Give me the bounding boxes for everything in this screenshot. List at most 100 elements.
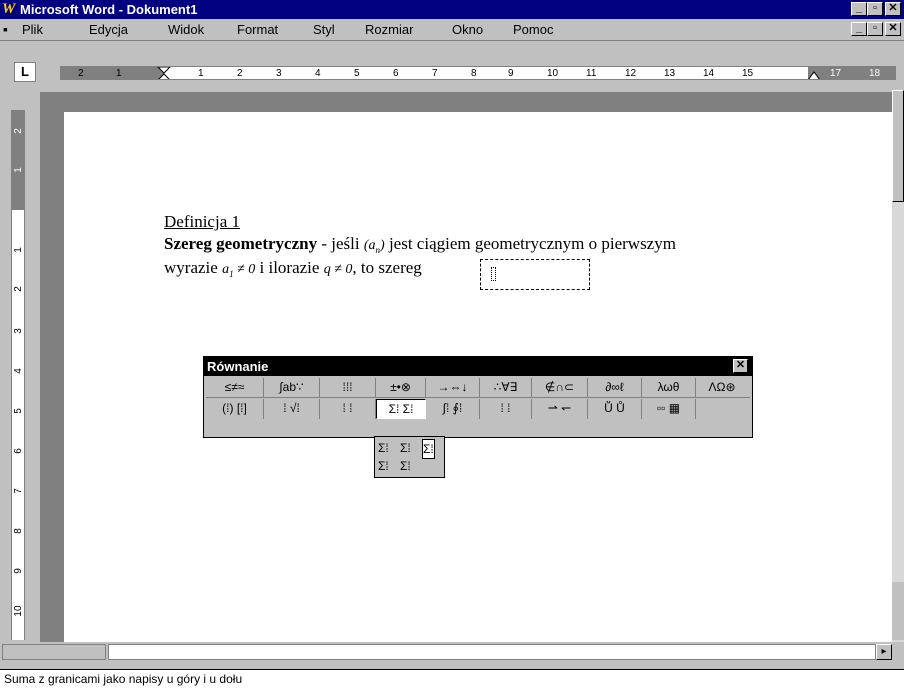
equation-object-frame[interactable] xyxy=(480,259,590,290)
first-line-indent-marker[interactable] xyxy=(157,67,171,80)
ruler-label: 15 xyxy=(742,68,754,79)
term-bold: Szereg geometryczny xyxy=(164,234,318,253)
symbol-row: ≤≠≈ ∫ab∵ ⁞⁞⁞ ±•⊗ →⇔↓ ∴∀∃ ∉∩⊂ ∂∞ℓ λωθ ΛΩ⊛ xyxy=(206,378,750,398)
ruler-label: 13 xyxy=(664,68,676,79)
restore-icon: ▫ xyxy=(873,22,877,34)
sum-template[interactable]: Σ⁞ xyxy=(378,457,389,475)
minimize-button[interactable]: _ xyxy=(851,2,867,16)
paragraph-line-2[interactable]: wyrazie a1 ≠ 0 i ilorazie q ≠ 0, to szer… xyxy=(164,258,422,279)
ruler-label: 2 xyxy=(13,286,24,292)
toolbar-area xyxy=(0,42,904,60)
products-button[interactable]: Ṻ Ů xyxy=(588,399,642,419)
vertical-ruler[interactable]: 2 1 1 2 3 4 5 6 7 8 9 10 xyxy=(11,110,25,640)
close-icon: ✕ xyxy=(888,22,898,34)
ruler-label: 2 xyxy=(237,68,243,79)
template-row: (⁞) [⁞] ⁞ √⁞ ⁞ ⁞ Σ⁞ Σ⁞ ∫⁞ ∮⁞ ⁞ ⁞ ⇀ ↽ Ṻ Ů… xyxy=(206,399,750,421)
ruler-label: 3 xyxy=(13,328,24,334)
subscripts-button[interactable]: ⁞ ⁞ xyxy=(320,399,376,419)
ruler-label: 9 xyxy=(13,568,24,574)
sum-template[interactable]: Σ⁞ xyxy=(400,439,411,457)
minimize-icon: _ xyxy=(855,22,863,34)
sum-template-selected[interactable]: Σ⁞ xyxy=(422,439,435,459)
greek-upper-button[interactable]: ΛΩ⊛ xyxy=(696,378,748,398)
labeled-arrows-button[interactable]: ⇀ ↽ xyxy=(532,399,588,419)
menu-plik[interactable]: Plik xyxy=(22,22,43,38)
menu-rozmiar[interactable]: Rozmiar xyxy=(365,22,413,38)
equation-toolbar-close-button[interactable]: ✕ xyxy=(733,359,748,373)
ruler-label: 2 xyxy=(13,128,24,134)
ruler-label: 7 xyxy=(13,488,24,494)
ruler-label: 2 xyxy=(78,68,84,79)
text-run: , to szereg xyxy=(352,258,422,277)
restore-icon: ▫ xyxy=(873,2,877,14)
maximize-button[interactable]: ▫ xyxy=(867,2,883,16)
window-title: Microsoft Word - Dokument1 xyxy=(20,2,198,17)
summation-templates-dropdown: Σ⁞ Σ⁞ Σ⁞ Σ⁞ Σ⁞ xyxy=(374,436,445,478)
summation-button[interactable]: Σ⁞ Σ⁞ xyxy=(376,399,426,419)
menu-format[interactable]: Format xyxy=(237,22,278,38)
ruler-label: 6 xyxy=(393,68,399,79)
first-term-symbol: a1 ≠ 0 xyxy=(222,262,256,279)
horizontal-scrollbar[interactable] xyxy=(108,644,876,660)
operators-button[interactable]: ±•⊗ xyxy=(376,378,426,398)
bars-button[interactable]: ⁞ ⁞ xyxy=(480,399,532,419)
doc-minimize-button[interactable]: _ xyxy=(851,22,867,36)
menu-okno[interactable]: Okno xyxy=(452,22,483,38)
ruler-label: 1 xyxy=(13,247,24,253)
fractions-radicals-button[interactable]: ⁞ √⁞ xyxy=(264,399,320,419)
ruler-label: 9 xyxy=(508,68,514,79)
arrows-button[interactable]: →⇔↓ xyxy=(426,378,480,398)
menu-edycja[interactable]: Edycja xyxy=(89,22,128,38)
scroll-thumb[interactable] xyxy=(892,90,904,202)
document-control-icon[interactable]: ▪ xyxy=(3,21,8,37)
relations-button[interactable]: ≤≠≈ xyxy=(206,378,264,398)
ruler-right-margin xyxy=(808,67,896,79)
definition-heading: Definicja 1 xyxy=(164,212,240,231)
embellishments-button[interactable]: ⁞⁞⁞ xyxy=(320,378,376,398)
ruler-label: 17 xyxy=(830,68,842,79)
word-app-icon[interactable]: W xyxy=(2,1,18,17)
ruler-label: 1 xyxy=(116,68,122,79)
fences-button[interactable]: (⁞) [⁞] xyxy=(206,399,264,419)
close-button[interactable]: ✕ xyxy=(885,2,901,16)
logic-button[interactable]: ∴∀∃ xyxy=(480,378,532,398)
ruler-label: 4 xyxy=(315,68,321,79)
ruler-label: 1 xyxy=(198,68,204,79)
doc-close-button[interactable]: ✕ xyxy=(885,22,901,36)
view-buttons[interactable] xyxy=(2,644,106,660)
equation-slot[interactable] xyxy=(485,264,585,285)
integrals-button[interactable]: ∫⁞ ∮⁞ xyxy=(426,399,480,419)
greek-lower-button[interactable]: λωθ xyxy=(642,378,696,398)
menu-widok[interactable]: Widok xyxy=(168,22,204,38)
ruler-label: 18 xyxy=(869,68,881,79)
scroll-right-button[interactable]: ▸ xyxy=(876,644,892,660)
ruler-label: 11 xyxy=(586,68,597,79)
ruler-label: 5 xyxy=(354,68,360,79)
right-indent-marker[interactable] xyxy=(807,71,821,80)
doc-restore-button[interactable]: ▫ xyxy=(867,22,883,36)
set-theory-button[interactable]: ∉∩⊂ xyxy=(532,378,588,398)
page-nav-buttons[interactable] xyxy=(892,582,904,640)
ruler-label: 8 xyxy=(471,68,477,79)
text-run: - jeśli xyxy=(317,234,364,253)
ruler-label: 1 xyxy=(13,167,24,173)
tab-selector-button[interactable]: L xyxy=(14,62,36,82)
matrices-button[interactable]: ▫▫ ▦ xyxy=(642,399,696,419)
paragraph-line-1[interactable]: Szereg geometryczny - jeśli (an) jest ci… xyxy=(164,234,676,255)
misc-symbols-button[interactable]: ∂∞ℓ xyxy=(588,378,642,398)
menu-bar: ▪ Plik Edycja Widok Format Styl Rozmiar … xyxy=(0,19,904,41)
ruler-label: 7 xyxy=(432,68,438,79)
text-run: jest ciągiem geometrycznym o pierwszym xyxy=(384,234,676,253)
equation-placeholder[interactable] xyxy=(491,267,496,281)
equation-toolbar[interactable]: Równanie ✕ ≤≠≈ ∫ab∵ ⁞⁞⁞ ±•⊗ →⇔↓ ∴∀∃ ∉∩⊂ … xyxy=(203,356,753,438)
sum-template[interactable]: Σ⁞ xyxy=(378,439,389,457)
menu-pomoc[interactable]: Pomoc xyxy=(513,22,553,38)
text-run: i ilorazie xyxy=(255,258,324,277)
horizontal-ruler[interactable]: 2 1 1 2 3 4 5 6 7 8 9 10 11 12 13 14 15 … xyxy=(60,66,896,80)
menu-styl[interactable]: Styl xyxy=(313,22,335,38)
equation-toolbar-title[interactable]: Równanie xyxy=(204,357,752,376)
status-bar: Suma z granicami jako napisy u góry i u … xyxy=(0,669,904,688)
spaces-button[interactable]: ∫ab∵ xyxy=(264,378,320,398)
sum-template[interactable]: Σ⁞ xyxy=(400,457,411,475)
vertical-scrollbar[interactable] xyxy=(892,90,904,642)
